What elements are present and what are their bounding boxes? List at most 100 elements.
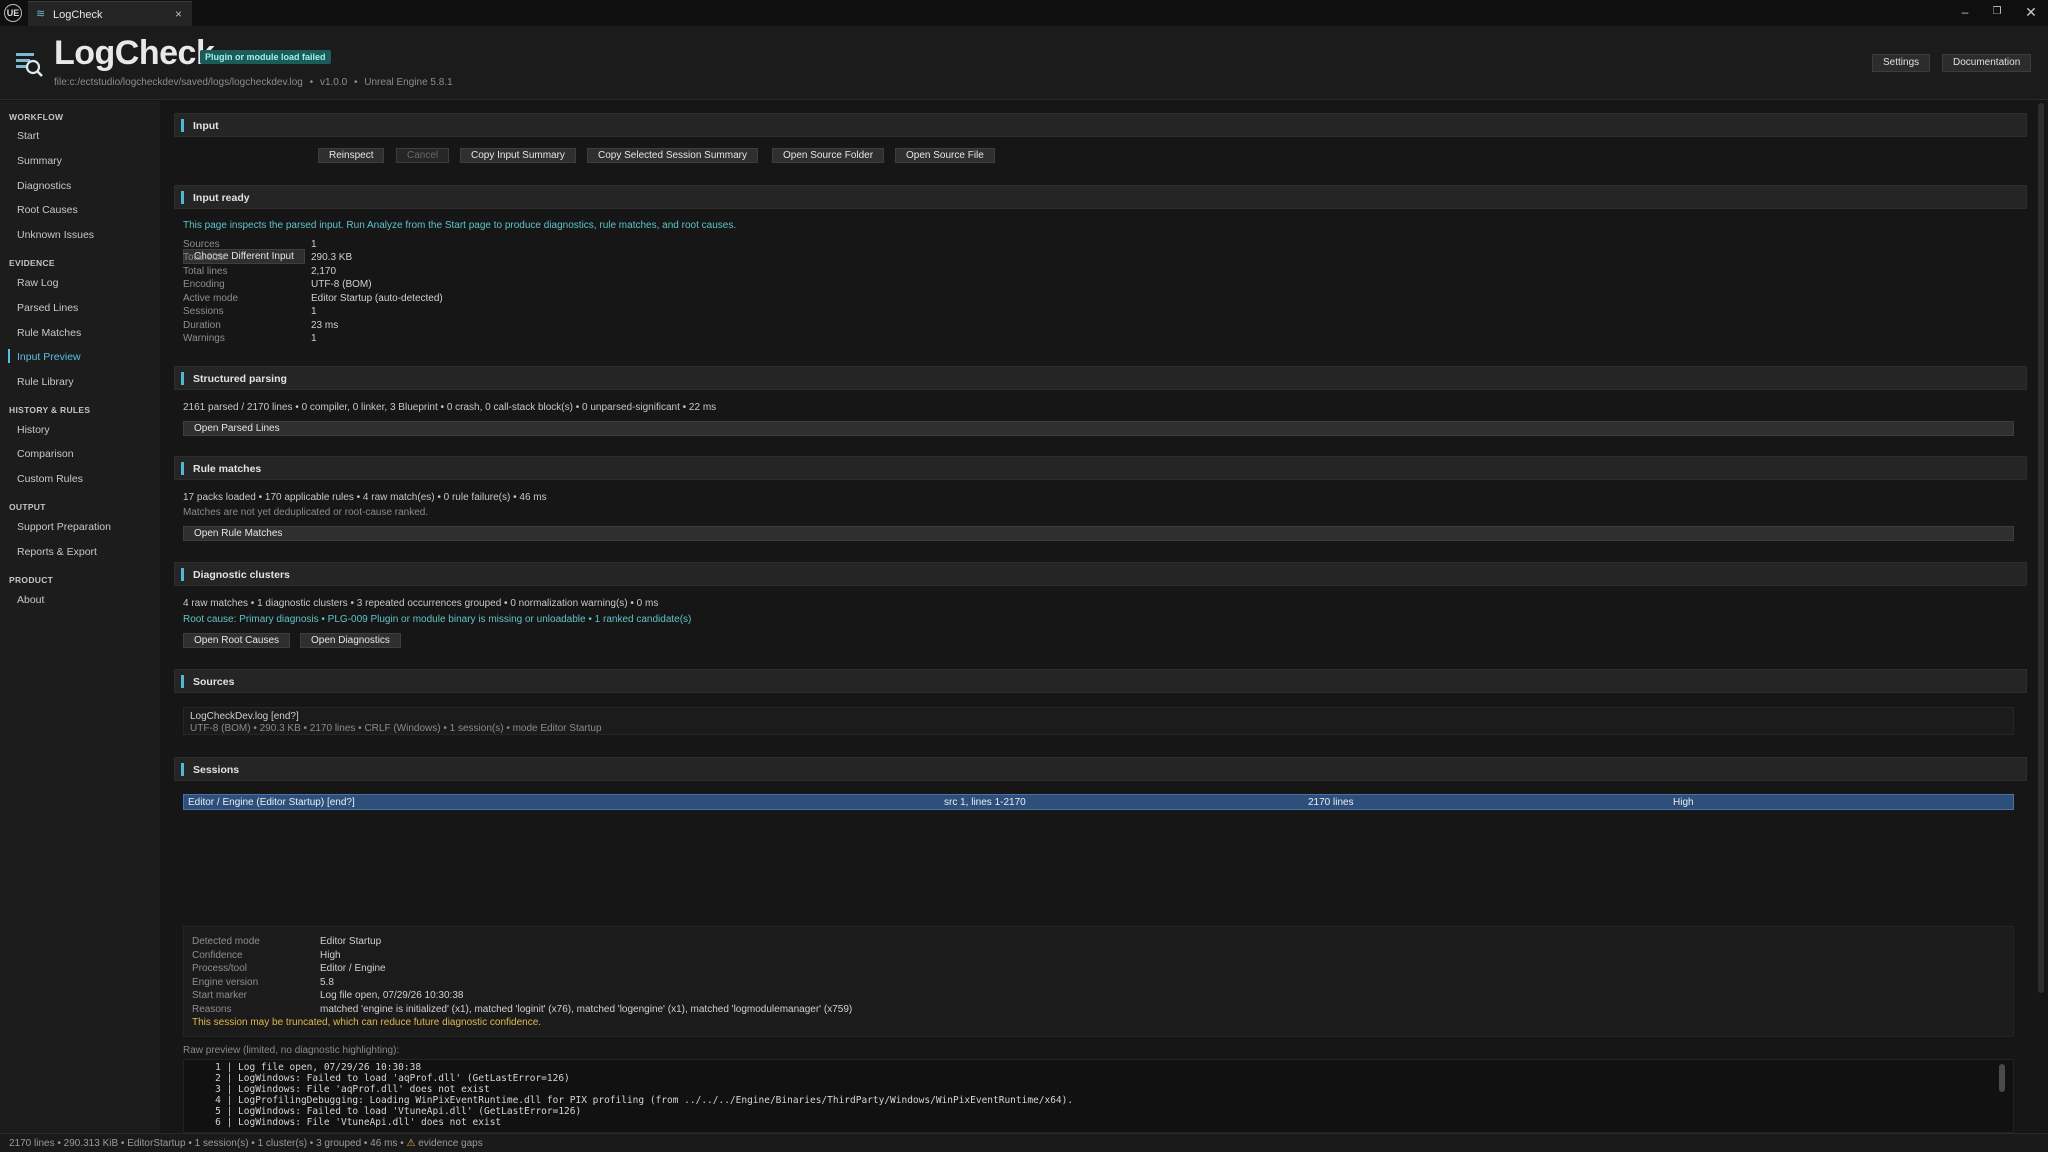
kv-value: 1 — [311, 306, 317, 317]
raw-preview[interactable]: 1 | Log file open, 07/29/26 10:30:38 2 |… — [183, 1059, 2014, 1133]
section-title: Structured parsing — [193, 373, 287, 385]
kv-label: Confidence — [192, 950, 243, 961]
open-root-causes-button[interactable]: Open Root Causes — [183, 633, 291, 648]
section-accent — [181, 119, 184, 132]
kv-label: Start marker — [192, 990, 248, 1001]
raw-line: 3 | LogWindows: File 'aqProf.dll' does n… — [198, 1084, 490, 1095]
open-source-folder-button[interactable]: Open Source Folder — [772, 148, 885, 163]
nav-section-output: OUTPUT — [9, 502, 46, 512]
kv-value: Editor Startup (auto-detected) — [311, 293, 443, 304]
sidebar-item-diagnostics[interactable]: Diagnostics — [17, 180, 71, 192]
raw-line: 6 | LogWindows: File 'VtuneApi.dll' does… — [198, 1117, 502, 1128]
kv-value: UTF-8 (BOM) — [311, 279, 372, 290]
section-accent — [181, 568, 184, 581]
source-item[interactable]: LogCheckDev.log [end?] UTF-8 (BOM) • 290… — [183, 707, 2014, 735]
open-diagnostics-button[interactable]: Open Diagnostics — [300, 633, 401, 648]
separator: • — [353, 77, 358, 88]
sidebar-item-about[interactable]: About — [17, 594, 44, 606]
sidebar-item-rule-matches[interactable]: Rule Matches — [17, 327, 81, 339]
kv-label: Sessions — [183, 306, 224, 317]
section-accent — [181, 462, 184, 475]
sidebar-item-custom-rules[interactable]: Custom Rules — [17, 473, 83, 485]
open-rule-matches-button[interactable]: Open Rule Matches — [183, 526, 2014, 541]
sidebar-item-parsed-lines[interactable]: Parsed Lines — [17, 302, 78, 314]
section-input-ready: Input ready — [174, 185, 2027, 209]
kv-label: Engine version — [192, 977, 259, 988]
main-content: Input Choose Different Input Input ready… — [161, 101, 2044, 1133]
tab-close-icon[interactable]: × — [175, 7, 182, 21]
sidebar-item-root-causes[interactable]: Root Causes — [17, 204, 78, 216]
kv-label: Reasons — [192, 1004, 232, 1015]
minimize-icon[interactable]: – — [1952, 3, 1978, 21]
logcheck-tab-icon: ≋ — [36, 8, 46, 20]
kv-label: Duration — [183, 320, 221, 331]
session-name: Editor / Engine (Editor Startup) [end?] — [188, 797, 355, 808]
session-range: src 1, lines 1-2170 — [944, 797, 1026, 808]
raw-line: 2 | LogWindows: Failed to load 'aqProf.d… — [198, 1073, 570, 1084]
section-rule-matches: Rule matches — [174, 456, 2027, 480]
separator: • — [309, 77, 314, 88]
raw-preview-label: Raw preview (limited, no diagnostic high… — [183, 1045, 400, 1056]
rule-matches-note: Matches are not yet deduplicated or root… — [183, 507, 429, 518]
sidebar-item-raw-log[interactable]: Raw Log — [17, 277, 58, 289]
kv-label: Active mode — [183, 293, 239, 304]
section-title: Input ready — [193, 192, 250, 204]
kv-label: Encoding — [183, 279, 225, 290]
sidebar: WORKFLOW Start Summary Diagnostics Root … — [0, 101, 160, 1133]
settings-button[interactable]: Settings — [1872, 54, 1931, 72]
copy-selected-session-summary-button[interactable]: Copy Selected Session Summary — [587, 148, 758, 163]
section-diagnostic-clusters: Diagnostic clusters — [174, 562, 2027, 586]
maximize-icon[interactable]: ❐ — [1984, 3, 2010, 21]
kv-value: Editor Startup — [320, 936, 382, 947]
section-accent — [181, 763, 184, 776]
window-close-icon[interactable]: ✕ — [2018, 3, 2044, 21]
sidebar-item-history[interactable]: History — [17, 424, 50, 436]
kv-value: matched 'engine is initialized' (x1), ma… — [320, 1004, 853, 1015]
status-summary: 2170 lines • 290.313 KiB • EditorStartup… — [9, 1138, 404, 1149]
reinspect-button[interactable]: Reinspect — [318, 148, 385, 163]
sidebar-item-rule-library[interactable]: Rule Library — [17, 376, 74, 388]
raw-preview-scrollbar[interactable] — [1999, 1064, 2005, 1092]
kv-label: Detected mode — [192, 936, 260, 947]
sidebar-item-comparison[interactable]: Comparison — [17, 448, 74, 460]
source-detail: UTF-8 (BOM) • 290.3 KB • 2170 lines • CR… — [190, 723, 602, 734]
nav-section-history-rules: HISTORY & RULES — [9, 405, 91, 415]
kv-value: 1 — [311, 239, 317, 250]
open-source-file-button[interactable]: Open Source File — [895, 148, 995, 163]
sidebar-item-unknown-issues[interactable]: Unknown Issues — [17, 229, 94, 241]
section-title: Sources — [193, 676, 235, 688]
kv-label: Sources — [183, 239, 220, 250]
status-badge: Plugin or module load failed — [200, 50, 331, 64]
section-sessions: Sessions — [174, 757, 2027, 781]
sidebar-item-input-preview[interactable]: Input Preview — [17, 351, 81, 363]
engine-version: Unreal Engine 5.8.1 — [364, 77, 453, 88]
kv-label: Warnings — [183, 333, 225, 344]
nav-section-evidence: EVIDENCE — [9, 258, 55, 268]
kv-value: 5.8 — [320, 977, 334, 988]
evidence-gaps-label[interactable]: evidence gaps — [418, 1138, 483, 1149]
copy-input-summary-button[interactable]: Copy Input Summary — [460, 148, 576, 163]
status-text: 2170 lines • 290.313 KiB • EditorStartup… — [9, 1138, 483, 1149]
sidebar-item-support-preparation[interactable]: Support Preparation — [17, 521, 111, 533]
sidebar-item-start[interactable]: Start — [17, 130, 39, 142]
app-version: v1.0.0 — [319, 77, 348, 88]
sidebar-item-summary[interactable]: Summary — [17, 155, 62, 167]
raw-line: 4 | LogProfilingDebugging: Loading WinPi… — [198, 1095, 1074, 1106]
session-lines: 2170 lines — [1308, 797, 1354, 808]
parsing-summary: 2161 parsed / 2170 lines • 0 compiler, 0… — [183, 402, 717, 413]
session-detail-panel: Detected mode Editor Startup Confidence … — [183, 926, 2014, 1037]
kv-label: Total size — [183, 252, 225, 263]
root-cause-link[interactable]: Root cause: Primary diagnosis • PLG-009 … — [183, 614, 691, 625]
sidebar-item-reports-export[interactable]: Reports & Export — [17, 546, 97, 558]
section-accent — [181, 675, 184, 688]
input-ready-note: This page inspects the parsed input. Run… — [183, 220, 737, 231]
app-tab[interactable]: ≋ LogCheck × — [28, 1, 192, 26]
session-row-selected[interactable]: Editor / Engine (Editor Startup) [end?] … — [183, 794, 2014, 810]
raw-line: 1 | Log file open, 07/29/26 10:30:38 — [198, 1062, 422, 1073]
documentation-button[interactable]: Documentation — [1942, 54, 2032, 72]
tab-title: LogCheck — [53, 9, 103, 21]
open-parsed-lines-button[interactable]: Open Parsed Lines — [183, 421, 2014, 436]
main-scrollbar[interactable] — [2038, 103, 2044, 993]
nav-section-product: PRODUCT — [9, 575, 54, 585]
cancel-button: Cancel — [396, 148, 450, 163]
